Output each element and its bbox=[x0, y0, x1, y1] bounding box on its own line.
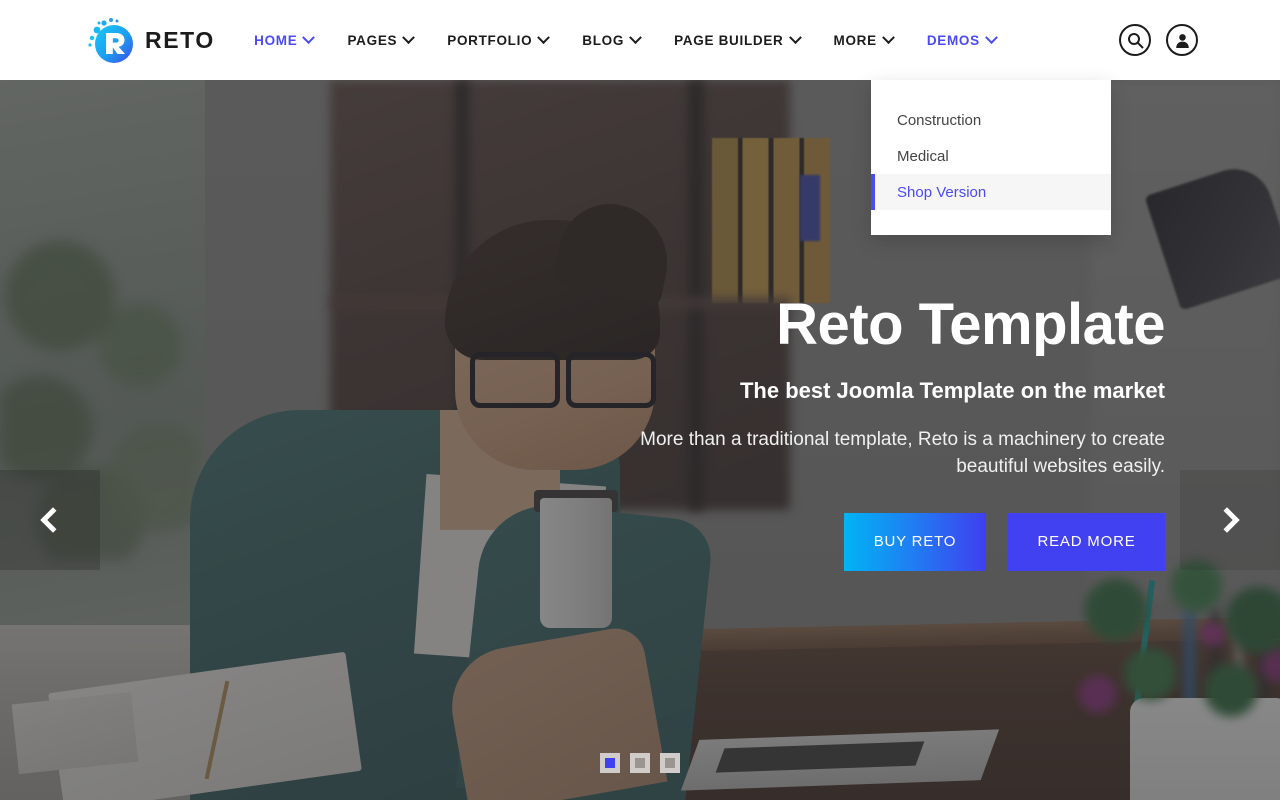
button-label: READ MORE bbox=[1037, 533, 1136, 551]
slider-pagination bbox=[600, 753, 680, 773]
site-header: RETO HOME PAGES PORTFOLIO BLOG PAGE BUIL… bbox=[0, 0, 1280, 80]
buy-reto-button[interactable]: BUY RETO bbox=[844, 512, 986, 571]
nav-label: BLOG bbox=[582, 32, 625, 48]
demos-dropdown-menu: Construction Medical Shop Version bbox=[871, 80, 1111, 235]
slider-dot-1[interactable] bbox=[600, 753, 620, 773]
dropdown-item-medical[interactable]: Medical bbox=[871, 138, 1111, 174]
nav-list: HOME PAGES PORTFOLIO BLOG PAGE BUILDER M… bbox=[237, 0, 1013, 80]
user-account-icon[interactable] bbox=[1166, 24, 1198, 56]
nav-label: DEMOS bbox=[926, 32, 980, 48]
dropdown-item-label: Medical bbox=[897, 147, 949, 165]
chevron-down-icon bbox=[402, 30, 416, 44]
nav-label: HOME bbox=[254, 32, 298, 48]
nav-item-pages[interactable]: PAGES bbox=[330, 0, 430, 80]
hero-subtitle: The best Joomla Template on the market bbox=[739, 377, 1165, 403]
nav-item-demos[interactable]: DEMOS bbox=[910, 0, 1013, 80]
hero-content: Reto Template The best Joomla Template o… bbox=[385, 292, 1166, 571]
dropdown-item-shop-version[interactable]: Shop Version bbox=[871, 174, 1111, 210]
nav-label: PAGES bbox=[347, 32, 398, 48]
hero-title: Reto Template bbox=[776, 292, 1165, 357]
read-more-button[interactable]: READ MORE bbox=[1008, 512, 1165, 571]
nav-item-more[interactable]: MORE bbox=[817, 0, 910, 80]
nav-label: MORE bbox=[833, 32, 877, 48]
slider-dot-3[interactable] bbox=[660, 753, 680, 773]
chevron-right-icon bbox=[1214, 507, 1240, 533]
nav-item-blog[interactable]: BLOG bbox=[565, 0, 657, 80]
hero-button-group: BUY RETO READ MORE bbox=[385, 512, 1165, 571]
hero-description: More than a traditional template, Reto i… bbox=[640, 428, 1165, 478]
nav-item-page-builder[interactable]: PAGE BUILDER bbox=[657, 0, 816, 80]
nav-label: PAGE BUILDER bbox=[674, 32, 784, 48]
header-icon-group bbox=[1119, 24, 1198, 56]
dropdown-item-construction[interactable]: Construction bbox=[871, 102, 1111, 138]
chevron-down-icon bbox=[629, 30, 642, 44]
search-icon[interactable] bbox=[1119, 24, 1151, 56]
nav-item-home[interactable]: HOME bbox=[237, 0, 330, 80]
chevron-down-icon bbox=[984, 30, 998, 44]
main-navigation: HOME PAGES PORTFOLIO BLOG PAGE BUILDER M… bbox=[0, 0, 1280, 80]
slider-prev-button[interactable] bbox=[0, 470, 100, 570]
slider-dot-2[interactable] bbox=[630, 753, 650, 773]
chevron-down-icon bbox=[881, 30, 895, 44]
slider-next-button[interactable] bbox=[1180, 470, 1280, 570]
chevron-down-icon bbox=[537, 30, 551, 44]
dropdown-item-label: Shop Version bbox=[897, 183, 987, 201]
button-label: BUY RETO bbox=[873, 533, 957, 551]
chevron-down-icon bbox=[788, 30, 802, 44]
nav-item-portfolio[interactable]: PORTFOLIO bbox=[430, 0, 565, 80]
nav-label: PORTFOLIO bbox=[447, 32, 533, 48]
chevron-down-icon bbox=[302, 30, 316, 44]
dropdown-item-label: Construction bbox=[897, 111, 982, 129]
chevron-left-icon bbox=[40, 507, 66, 533]
